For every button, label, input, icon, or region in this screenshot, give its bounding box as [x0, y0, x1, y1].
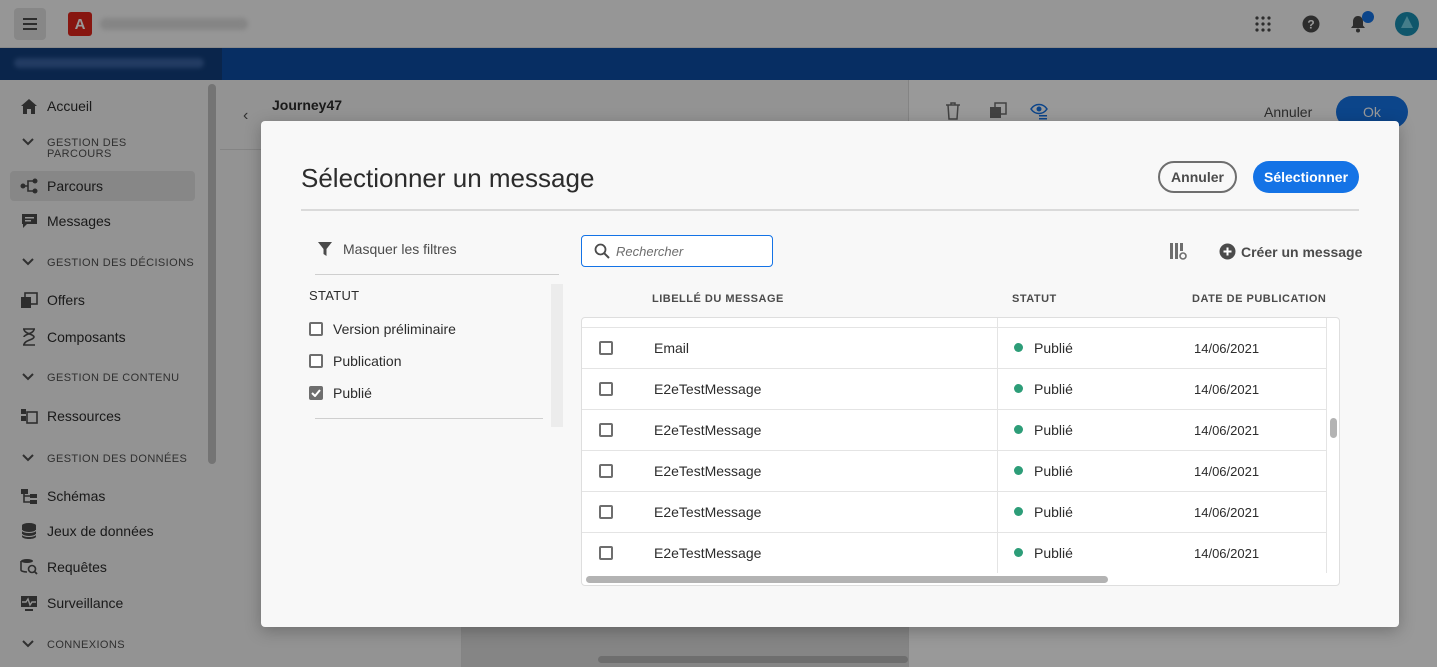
- status-dot: [1014, 384, 1023, 393]
- filter-label: Publication: [333, 353, 402, 369]
- checkbox[interactable]: [309, 354, 323, 368]
- filter-draft[interactable]: Version préliminaire: [309, 321, 456, 337]
- filter-icon: [318, 242, 332, 256]
- checkbox-checked[interactable]: [309, 386, 323, 400]
- search-field[interactable]: [581, 235, 773, 267]
- filter-divider: [315, 418, 543, 419]
- filter-label: Version préliminaire: [333, 321, 456, 337]
- status-dot: [1014, 466, 1023, 475]
- dialog-title: Sélectionner un message: [301, 163, 595, 193]
- message-name: E2eTestMessage: [654, 545, 762, 561]
- messages-table: Email Publié 14/06/2021 E2eTestMessage P…: [581, 317, 1340, 586]
- select-message-dialog: Sélectionner un message Annuler Sélectio…: [261, 121, 1399, 627]
- status-dot: [1014, 343, 1023, 352]
- select-button[interactable]: Sélectionner: [1253, 161, 1359, 193]
- row-checkbox[interactable]: [599, 341, 613, 355]
- message-status: Publié: [1034, 340, 1073, 356]
- filter-panel-scrollbar: [551, 284, 563, 427]
- table-row[interactable]: E2eTestMessage Publié 14/06/2021: [582, 491, 1326, 532]
- publication-date: 14/06/2021: [1194, 546, 1260, 561]
- message-name: E2eTestMessage: [654, 463, 762, 479]
- create-message-button[interactable]: Créer un message: [1219, 243, 1362, 260]
- column-settings-icon[interactable]: [1169, 242, 1187, 260]
- table-vertical-scrollbar[interactable]: [1330, 418, 1337, 438]
- column-header-status[interactable]: STATUT: [1012, 293, 1057, 305]
- publication-date: 14/06/2021: [1194, 382, 1260, 397]
- table-row[interactable]: E2eTestMessage Publié 14/06/2021: [582, 409, 1326, 450]
- search-input[interactable]: [616, 243, 766, 259]
- search-icon: [594, 243, 610, 259]
- message-status: Publié: [1034, 504, 1073, 520]
- cancel-button[interactable]: Annuler: [1158, 161, 1237, 193]
- publication-date: 14/06/2021: [1194, 505, 1260, 520]
- message-name: Email: [654, 340, 690, 356]
- column-header-date[interactable]: DATE DE PUBLICATION: [1192, 293, 1326, 305]
- publication-date: 14/06/2021: [1194, 464, 1260, 479]
- checkmark-icon: [311, 389, 321, 397]
- status-dot: [1014, 548, 1023, 557]
- column-header-name[interactable]: LIBELLÉ DU MESSAGE: [652, 293, 784, 305]
- hide-filters-toggle[interactable]: Masquer les filtres: [317, 241, 457, 257]
- message-status: Publié: [1034, 463, 1073, 479]
- add-circle-icon: [1219, 243, 1236, 260]
- filter-label: Publié: [333, 385, 372, 401]
- table-row[interactable]: Email Publié 14/06/2021: [582, 327, 1326, 368]
- message-name: E2eTestMessage: [654, 504, 762, 520]
- hide-filters-label: Masquer les filtres: [343, 241, 457, 257]
- publication-date: 14/06/2021: [1194, 423, 1260, 438]
- table-horizontal-scrollbar[interactable]: [586, 576, 1108, 583]
- dialog-divider: [301, 209, 1359, 211]
- column-divider: [997, 318, 998, 573]
- message-name: E2eTestMessage: [654, 381, 762, 397]
- row-checkbox[interactable]: [599, 505, 613, 519]
- message-status: Publié: [1034, 545, 1073, 561]
- row-checkbox[interactable]: [599, 382, 613, 396]
- create-message-label: Créer un message: [1241, 243, 1363, 260]
- filter-publishing[interactable]: Publication: [309, 353, 402, 369]
- filter-published[interactable]: Publié: [309, 385, 372, 401]
- table-row[interactable]: E2eTestMessage Publié 14/06/2021: [582, 368, 1326, 409]
- row-checkbox[interactable]: [599, 423, 613, 437]
- checkbox[interactable]: [309, 322, 323, 336]
- row-checkbox[interactable]: [599, 464, 613, 478]
- table-row[interactable]: E2eTestMessage Publié 14/06/2021: [582, 532, 1326, 573]
- message-name: E2eTestMessage: [654, 422, 762, 438]
- filter-divider: [315, 274, 559, 275]
- status-dot: [1014, 425, 1023, 434]
- message-status: Publié: [1034, 381, 1073, 397]
- table-vertical-track: [1326, 318, 1327, 573]
- publication-date: 14/06/2021: [1194, 341, 1260, 356]
- message-status: Publié: [1034, 422, 1073, 438]
- row-checkbox[interactable]: [599, 546, 613, 560]
- status-filter-heading: STATUT: [309, 288, 360, 303]
- table-row[interactable]: E2eTestMessage Publié 14/06/2021: [582, 450, 1326, 491]
- status-dot: [1014, 507, 1023, 516]
